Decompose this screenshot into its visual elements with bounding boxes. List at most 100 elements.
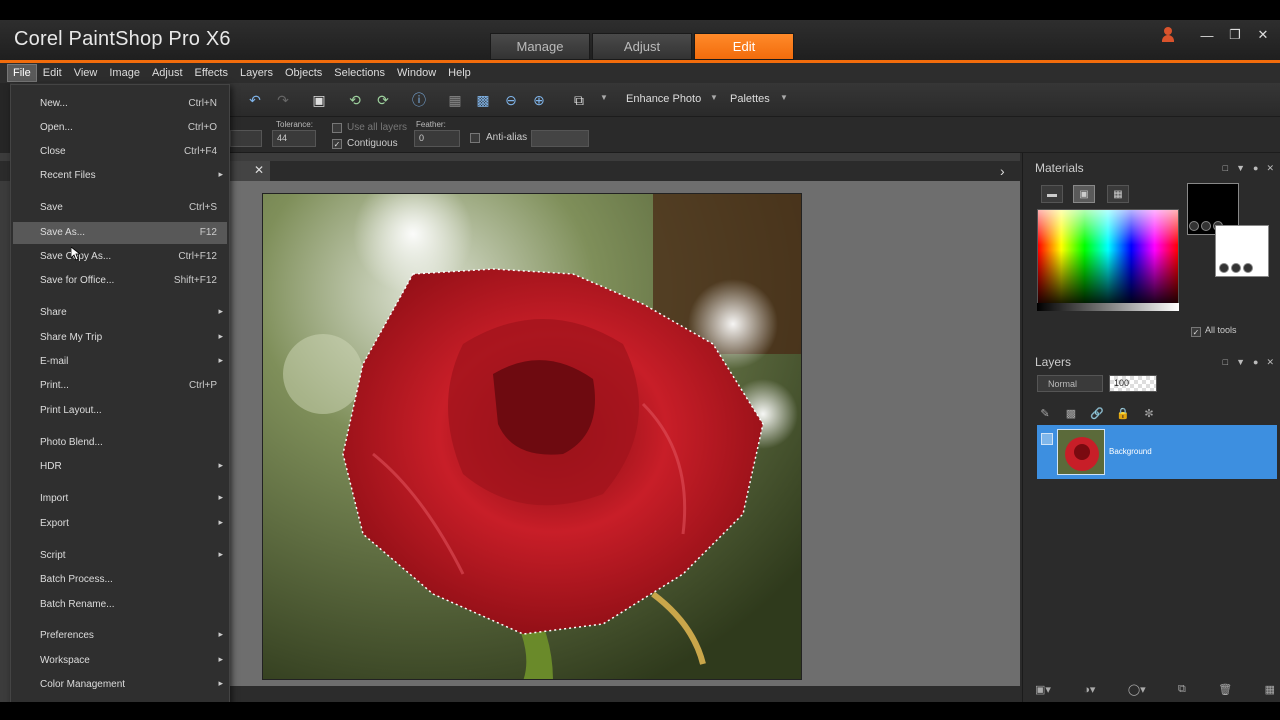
rose-image[interactable] <box>262 193 802 680</box>
file-menu-item[interactable]: Save for Office... Shift+F12 <box>13 270 227 292</box>
menu-selections[interactable]: Selections <box>329 65 390 81</box>
menu-view[interactable]: View <box>69 65 103 81</box>
palettes-dropdown-icon[interactable]: ▼ <box>780 93 788 102</box>
tab-edit[interactable]: Edit <box>694 33 794 60</box>
layer-effects-icon[interactable]: ✼ <box>1141 405 1157 421</box>
palettes-button[interactable]: Palettes <box>730 93 770 105</box>
file-menu-item[interactable]: Workspace ▸ <box>13 650 227 672</box>
file-menu-item[interactable]: Save As... F12 <box>13 222 227 244</box>
background-style-icons[interactable] <box>1219 263 1253 273</box>
grid-icon[interactable]: ▦ <box>446 91 464 109</box>
all-tools-checkbox[interactable]: ✓ <box>1191 327 1201 337</box>
file-menu-item[interactable]: Recent Files ▸ <box>13 165 227 187</box>
grayscale-strip[interactable] <box>1037 303 1179 311</box>
menu-file[interactable]: File <box>7 64 37 82</box>
layer-edit-icon[interactable]: ✎ <box>1037 405 1053 421</box>
file-menu-item[interactable]: Batch Process... <box>13 569 227 591</box>
info-icon[interactable]: ⓘ <box>410 91 428 109</box>
link-icon[interactable]: 🔗 <box>1089 405 1105 421</box>
layers-close-icon[interactable]: ✕ <box>1266 357 1274 368</box>
minimize-icon[interactable]: — <box>1198 26 1216 44</box>
user-account-icon[interactable] <box>1160 26 1176 44</box>
zoom-out-icon[interactable]: ⊖ <box>502 91 520 109</box>
file-menu-item[interactable]: Print... Ctrl+P <box>13 375 227 397</box>
file-menu-item[interactable]: Open... Ctrl+O <box>13 117 227 139</box>
tab-manage[interactable]: Manage <box>490 33 590 60</box>
close-icon[interactable]: ✕ <box>1254 26 1272 44</box>
use-all-layers-checkbox[interactable] <box>332 123 342 133</box>
duplicate-layer-icon[interactable]: ⧉ <box>1178 683 1186 696</box>
rotate-left-icon[interactable]: ⟲ <box>346 91 364 109</box>
enhance-photo-button[interactable]: Enhance Photo <box>626 93 701 105</box>
menu-layers[interactable]: Layers <box>235 65 278 81</box>
swatches-tab-icon[interactable]: ▦ <box>1107 185 1129 203</box>
zoom-in-icon[interactable]: ⊕ <box>530 91 548 109</box>
mask-layer-icon[interactable]: ◯▾ <box>1128 683 1146 696</box>
frame-tab-icon[interactable]: ▬ <box>1041 185 1063 203</box>
new-adjustment-layer-icon[interactable]: ◑▾ <box>1083 683 1095 696</box>
canvas-area[interactable] <box>230 181 1020 702</box>
file-menu-item[interactable]: Print Layout... <box>13 400 227 422</box>
file-menu-item[interactable]: Batch Rename... <box>13 594 227 616</box>
horizontal-scrollbar[interactable] <box>230 686 1020 702</box>
file-menu-item[interactable]: Color Management ▸ <box>13 674 227 696</box>
layers-menu-icon[interactable]: ▼ <box>1236 357 1245 368</box>
file-menu-item[interactable]: E-mail ▸ <box>13 351 227 373</box>
enhance-dropdown-icon[interactable]: ▼ <box>710 93 718 102</box>
lock-icon[interactable]: 🔒 <box>1115 405 1131 421</box>
file-menu-item[interactable]: Close Ctrl+F4 <box>13 141 227 163</box>
copy-dropdown-icon[interactable]: ▼ <box>600 93 608 102</box>
menu-help[interactable]: Help <box>443 65 476 81</box>
restore-icon[interactable]: ❐ <box>1226 26 1244 44</box>
file-menu-item[interactable]: Share ▸ <box>13 302 227 324</box>
file-menu-item-label: Import <box>40 493 69 504</box>
redo-icon[interactable]: ↷ <box>274 91 292 109</box>
materials-menu-icon[interactable]: ▼ <box>1236 163 1245 174</box>
materials-pin-icon[interactable]: ● <box>1253 163 1258 174</box>
color-spectrum[interactable] <box>1037 209 1179 311</box>
menu-objects[interactable]: Objects <box>280 65 327 81</box>
menu-adjust[interactable]: Adjust <box>147 65 188 81</box>
contiguous-checkbox[interactable]: ✓ <box>332 139 342 149</box>
next-document-icon[interactable]: › <box>1000 163 1005 179</box>
menu-window[interactable]: Window <box>392 65 441 81</box>
file-menu-item[interactable]: Save Ctrl+S <box>13 197 227 219</box>
delete-layer-icon[interactable]: 🗑 <box>1218 683 1232 696</box>
tolerance-input[interactable]: 44 <box>272 130 316 147</box>
feather-input[interactable]: 0 <box>414 130 460 147</box>
file-menu-item[interactable]: Script ▸ <box>13 545 227 567</box>
blend-mode-select[interactable]: Normal <box>1037 375 1103 392</box>
layer-visibility-icon[interactable] <box>1041 433 1053 445</box>
materials-close-icon[interactable]: ✕ <box>1266 163 1274 174</box>
new-layer-icon[interactable]: ▣▾ <box>1035 683 1051 696</box>
file-menu-item[interactable]: Photo Blend... <box>13 432 227 454</box>
layer-options-icon[interactable]: ▦ <box>1265 683 1275 696</box>
rotate-right-icon[interactable]: ⟳ <box>374 91 392 109</box>
fit-window-icon[interactable]: ▩ <box>474 91 492 109</box>
mode-select[interactable] <box>230 130 262 147</box>
file-menu-item[interactable]: Import ▸ <box>13 488 227 510</box>
file-menu-item[interactable]: New... Ctrl+N <box>13 93 227 115</box>
menu-effects[interactable]: Effects <box>190 65 233 81</box>
file-menu-item[interactable]: Preferences ▸ <box>13 625 227 647</box>
materials-float-icon[interactable]: □ <box>1223 163 1228 174</box>
file-menu-item[interactable]: Share My Trip ▸ <box>13 327 227 349</box>
layer-row-background[interactable]: Background <box>1037 425 1277 479</box>
rainbow-tab-icon[interactable]: ▣ <box>1073 185 1095 203</box>
antialias-checkbox[interactable] <box>470 133 480 143</box>
menu-image[interactable]: Image <box>104 65 145 81</box>
menu-edit[interactable]: Edit <box>38 65 67 81</box>
layer-opacity-input[interactable]: 100 <box>1109 375 1157 392</box>
file-menu-item[interactable]: HDR ▸ <box>13 456 227 478</box>
layers-pin-icon[interactable]: ● <box>1253 357 1258 368</box>
antialias-mode-select[interactable] <box>531 130 589 147</box>
layer-mask-icon[interactable]: ▩ <box>1063 405 1079 421</box>
close-document-icon[interactable]: ✕ <box>254 163 264 177</box>
layers-float-icon[interactable]: □ <box>1223 357 1228 368</box>
file-menu-item[interactable]: Save Copy As...Ctrl+F12 <box>13 246 227 268</box>
copy-icon[interactable]: ⧉ <box>570 91 588 109</box>
tab-adjust[interactable]: Adjust <box>592 33 692 60</box>
file-menu-item[interactable]: Export ▸ <box>13 513 227 535</box>
crop-icon[interactable]: ▣ <box>310 91 328 109</box>
undo-icon[interactable]: ↶ <box>246 91 264 109</box>
